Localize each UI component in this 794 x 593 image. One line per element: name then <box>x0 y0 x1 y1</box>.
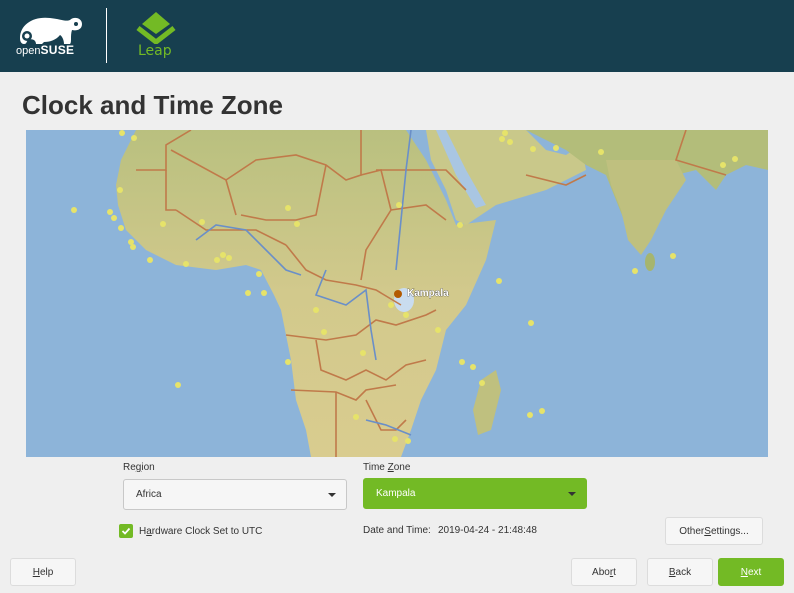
timezone-combobox[interactable]: Kampala <box>363 478 587 509</box>
product-name: Leap <box>138 43 172 59</box>
checkmark-icon <box>121 527 131 535</box>
leap-logo-icon <box>136 12 176 44</box>
region-label: Region <box>123 462 155 473</box>
timezone-map[interactable]: Kampala <box>26 130 768 457</box>
next-button[interactable]: Next <box>718 558 784 586</box>
chevron-down-icon <box>328 493 336 497</box>
abort-button[interactable]: Abo r t <box>571 558 637 586</box>
date-time-value: 2019-04-24 - 21:48:48 <box>438 525 537 536</box>
region-combobox[interactable]: Africa <box>123 479 347 510</box>
map-land-sri-lanka <box>645 253 655 271</box>
header-bar: openSUSE Leap <box>0 0 794 72</box>
other-settings-button[interactable]: Other Settings... <box>665 517 763 545</box>
opensuse-wordmark: openSUSE <box>16 43 75 57</box>
date-time-label: Date and Time: <box>363 525 431 536</box>
hardware-clock-utc-label[interactable]: Hardware Clock Set to UTC <box>139 526 262 537</box>
back-button[interactable]: Back <box>647 558 713 586</box>
selected-city-label: Kampala <box>407 288 449 299</box>
hardware-clock-utc-checkbox[interactable] <box>119 524 133 538</box>
chevron-down-icon <box>568 492 576 496</box>
header-divider <box>106 8 107 63</box>
timezone-label: Time Zone <box>363 462 411 473</box>
timezone-value: Kampala <box>376 488 416 499</box>
selected-city-marker <box>394 290 402 298</box>
help-button[interactable]: Help <box>10 558 76 586</box>
page-title: Clock and Time Zone <box>22 90 284 120</box>
region-value: Africa <box>136 489 162 500</box>
